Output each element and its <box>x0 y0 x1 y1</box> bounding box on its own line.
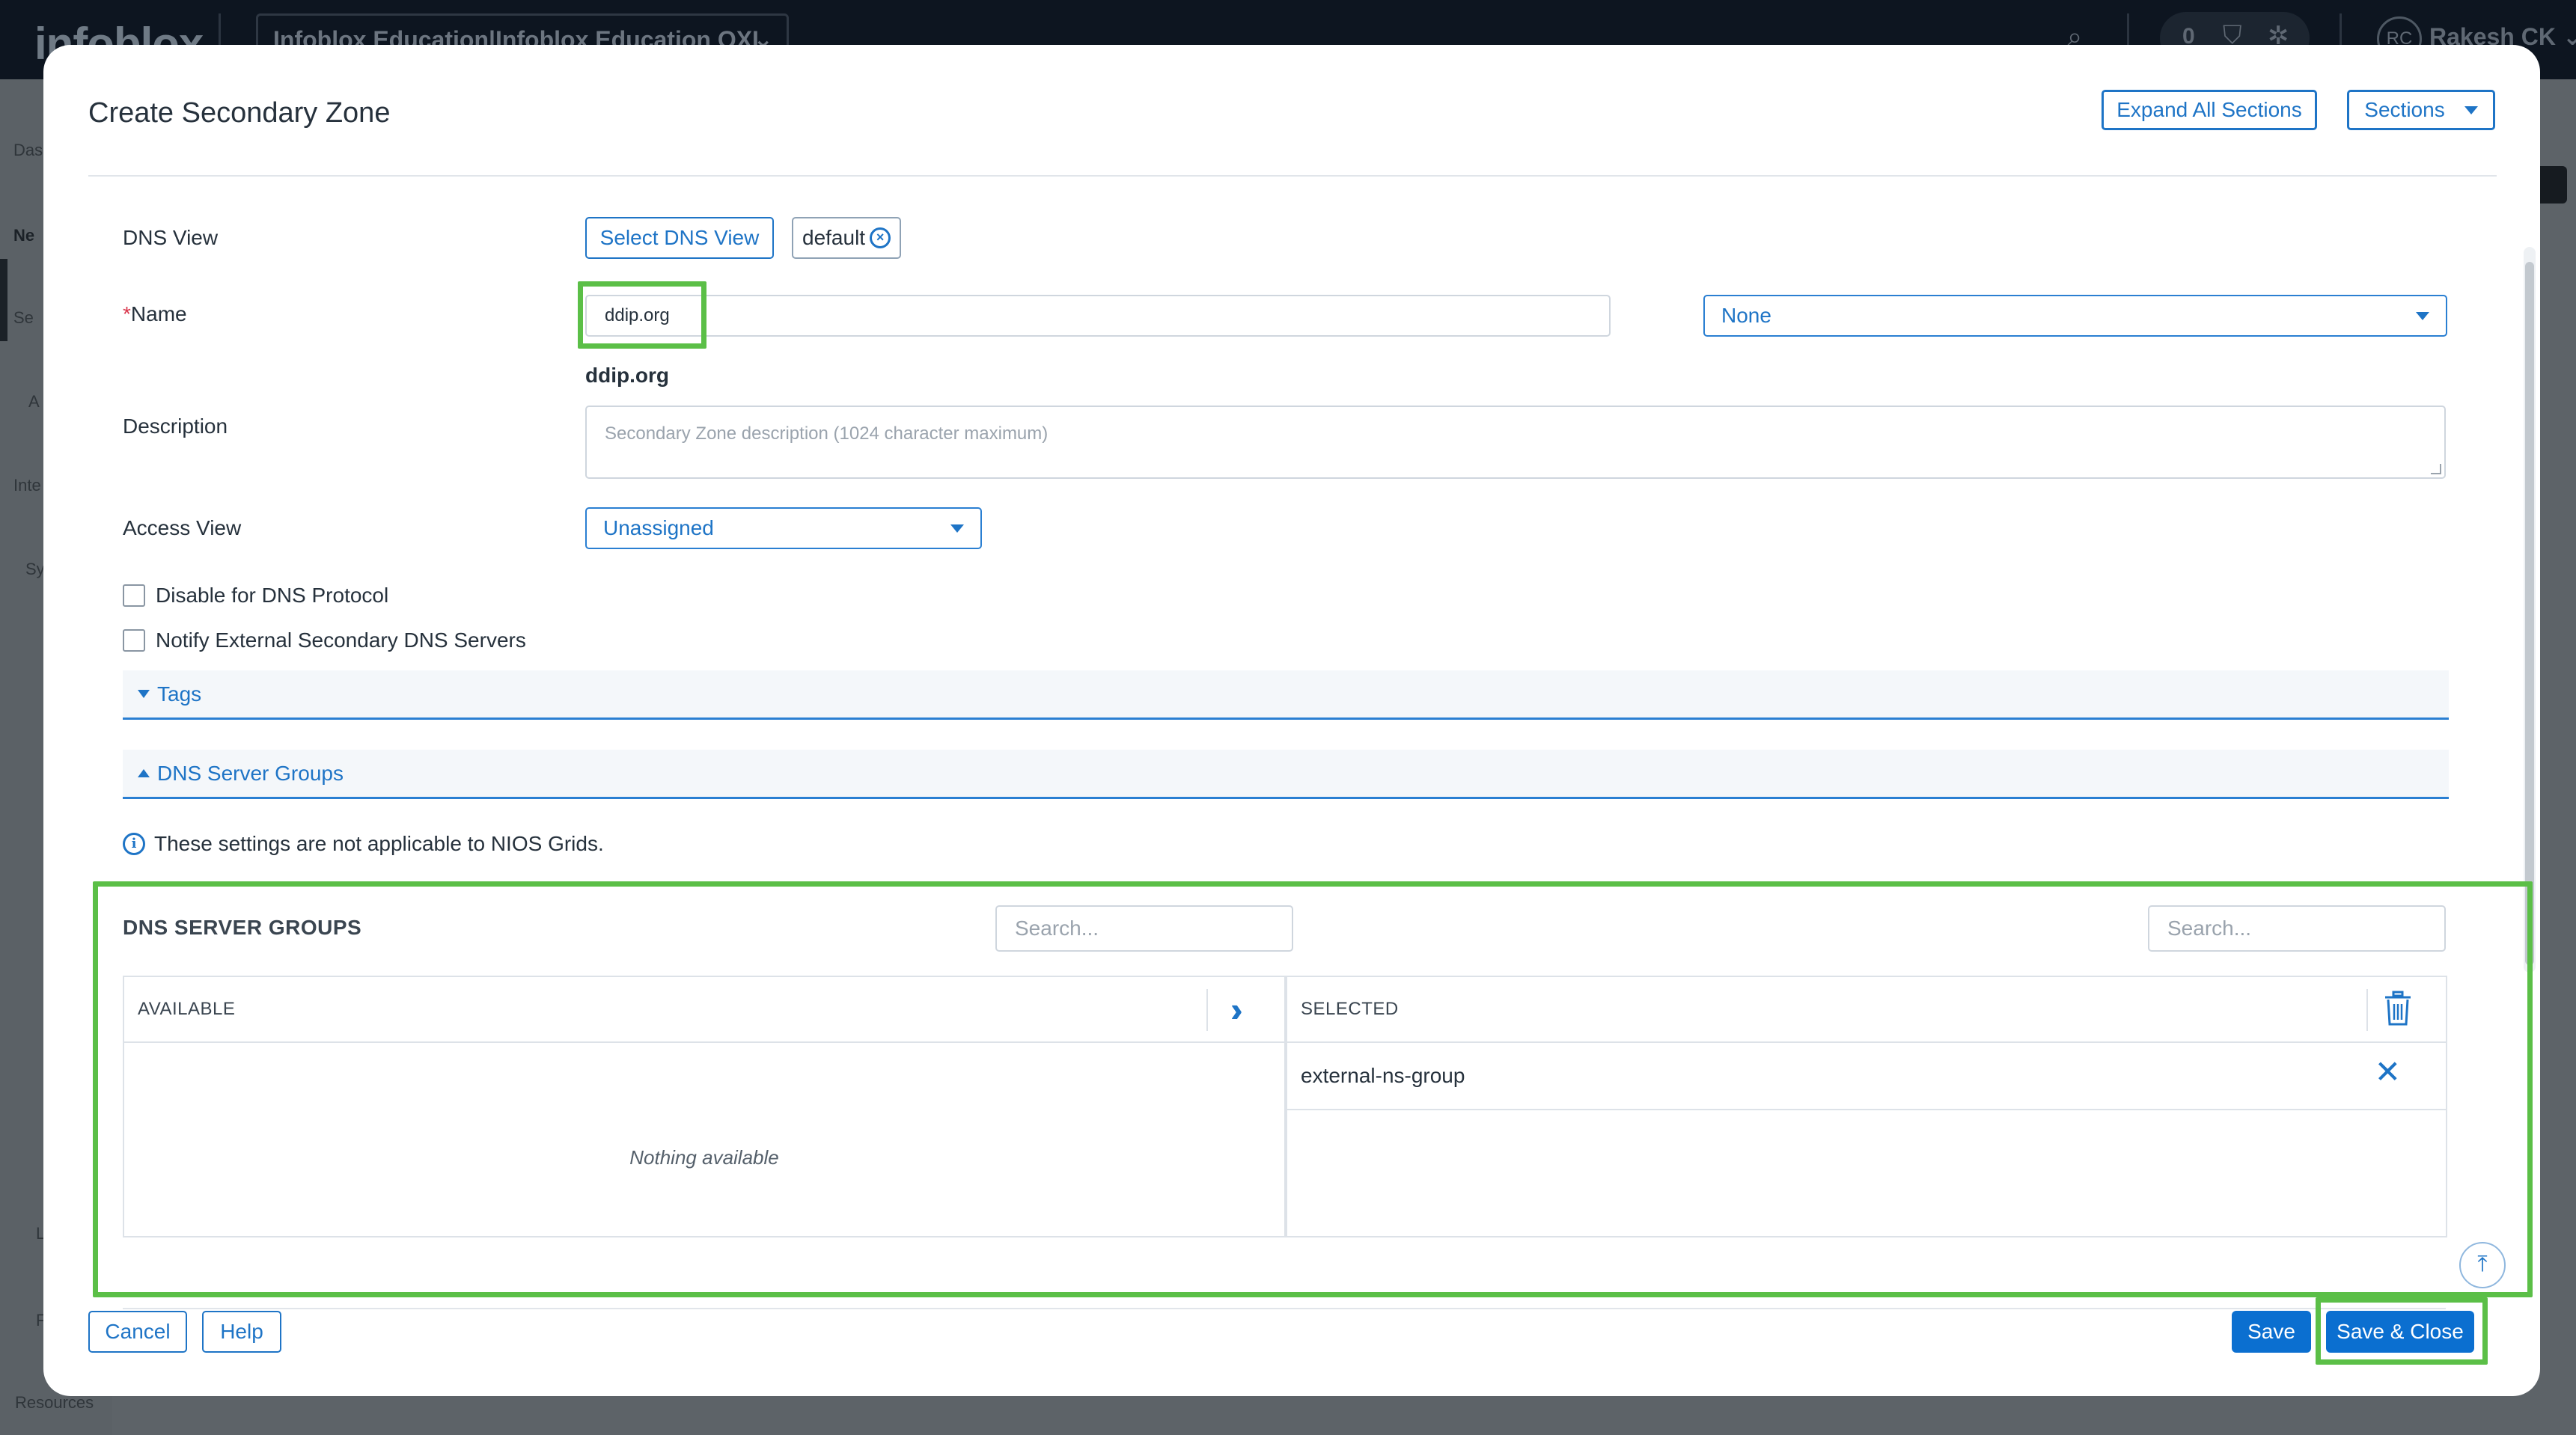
nios-note: i These settings are not applicable to N… <box>123 832 604 856</box>
dns-view-label: DNS View <box>123 226 219 249</box>
description-label: Description <box>123 414 228 438</box>
select-dns-view-label: Select DNS View <box>599 226 760 249</box>
save-and-close-label: Save & Close <box>2337 1320 2464 1343</box>
divider <box>2366 989 2368 1031</box>
info-icon: i <box>123 833 145 855</box>
disable-dns-checkbox[interactable] <box>123 584 145 607</box>
description-placeholder: Secondary Zone description (1024 charact… <box>605 423 1049 444</box>
tags-section-label: Tags <box>157 682 202 706</box>
divider <box>1206 989 1208 1031</box>
selected-search-input[interactable]: Search... <box>2148 905 2446 952</box>
available-search-input[interactable]: Search... <box>995 905 1293 952</box>
available-search-placeholder: Search... <box>1015 917 1099 940</box>
select-dns-view-button[interactable]: Select DNS View <box>585 217 774 259</box>
footer-divider <box>123 1308 2446 1309</box>
selected-header: SELECTED <box>1287 977 2446 1043</box>
selected-header-label: SELECTED <box>1301 999 1399 1019</box>
sections-label: Sections <box>2364 98 2445 121</box>
notify-external-checkbox[interactable] <box>123 629 145 652</box>
save-label: Save <box>2247 1320 2295 1343</box>
cancel-button[interactable]: Cancel <box>88 1311 187 1353</box>
selected-list: SELECTED external-ns-group ✕ <box>1286 976 2447 1237</box>
chevron-down-icon: ⌄ <box>2562 23 2576 50</box>
trash-icon[interactable] <box>2383 991 2413 1026</box>
sidebar-item-networks[interactable]: Ne <box>13 226 34 245</box>
scrollbar-thumb[interactable] <box>2525 262 2534 965</box>
dialog-title: Create Secondary Zone <box>88 97 391 129</box>
caret-down-icon <box>2464 105 2478 114</box>
sidebar-item-system[interactable]: Sy <box>25 560 45 579</box>
scroll-to-top-icon[interactable]: ⤒ <box>2459 1242 2506 1288</box>
empty-state: Nothing available <box>629 1146 779 1169</box>
move-all-right-icon[interactable]: ›› <box>1230 992 1242 1026</box>
save-and-close-button[interactable]: Save & Close <box>2326 1311 2474 1353</box>
available-header: AVAILABLE <box>124 977 1284 1043</box>
dns-server-groups-section-toggle[interactable]: DNS Server Groups <box>123 750 2449 799</box>
selected-search-placeholder: Search... <box>2167 917 2252 940</box>
nios-note-text: These settings are not applicable to NIO… <box>154 832 604 855</box>
name-preview: ddip.org <box>585 364 669 387</box>
cancel-label: Cancel <box>105 1320 171 1343</box>
help-label: Help <box>220 1320 263 1343</box>
dns-server-groups-title: DNS SERVER GROUPS <box>123 916 362 939</box>
sidebar-item-a[interactable]: A <box>28 392 40 411</box>
tags-section-toggle[interactable]: Tags <box>123 670 2449 720</box>
notify-external-label: Notify External Secondary DNS Servers <box>156 628 526 652</box>
name-input-value: ddip.org <box>605 305 670 325</box>
resize-handle-icon[interactable] <box>2431 464 2441 474</box>
zone-suffix-value: None <box>1721 304 1771 327</box>
create-secondary-zone-dialog: Create Secondary Zone Expand All Section… <box>43 45 2540 1396</box>
dns-server-groups-section-label: DNS Server Groups <box>157 761 344 785</box>
access-view-select[interactable]: Unassigned <box>585 507 982 549</box>
notify-external-option[interactable]: Notify External Secondary DNS Servers <box>123 628 526 652</box>
help-button[interactable]: Help <box>202 1311 281 1353</box>
close-icon[interactable]: ✕ <box>2375 1056 2401 1088</box>
name-label-text: Name <box>130 302 187 325</box>
sidebar-item-integrations[interactable]: Inte <box>13 476 41 495</box>
zone-suffix-select[interactable]: None <box>1703 295 2447 337</box>
name-input[interactable]: ddip.org <box>585 295 1611 337</box>
header-divider <box>88 175 2497 177</box>
sidebar-active-indicator <box>0 259 7 341</box>
access-view-value: Unassigned <box>603 516 714 539</box>
caret-down-icon <box>138 690 150 698</box>
caret-down-icon <box>950 524 964 533</box>
list-item[interactable]: external-ns-group ✕ <box>1287 1043 2446 1110</box>
remove-chip-icon[interactable]: × <box>870 227 891 248</box>
caret-down-icon <box>2416 311 2429 320</box>
access-view-label: Access View <box>123 516 242 539</box>
required-mark: * <box>123 302 131 325</box>
sidebar-item-security[interactable]: Se <box>13 308 34 328</box>
disable-dns-label: Disable for DNS Protocol <box>156 584 389 607</box>
expand-all-label: Expand All Sections <box>2116 98 2302 121</box>
available-header-label: AVAILABLE <box>138 999 236 1019</box>
save-button[interactable]: Save <box>2232 1311 2311 1353</box>
disable-dns-protocol-option[interactable]: Disable for DNS Protocol <box>123 584 388 608</box>
dns-view-chip: default × <box>792 217 902 259</box>
available-list: AVAILABLE ›› Nothing available <box>123 976 1286 1237</box>
name-label: *Name <box>123 302 187 326</box>
description-textarea[interactable]: Secondary Zone description (1024 charact… <box>585 406 2446 479</box>
selected-item-label: external-ns-group <box>1301 1064 1465 1087</box>
sidebar-item-dashboard[interactable]: Das <box>13 141 43 160</box>
caret-up-icon <box>138 769 150 777</box>
sections-dropdown-button[interactable]: Sections <box>2347 90 2495 130</box>
dns-view-chip-label: default <box>802 226 866 249</box>
expand-all-sections-button[interactable]: Expand All Sections <box>2102 90 2317 130</box>
